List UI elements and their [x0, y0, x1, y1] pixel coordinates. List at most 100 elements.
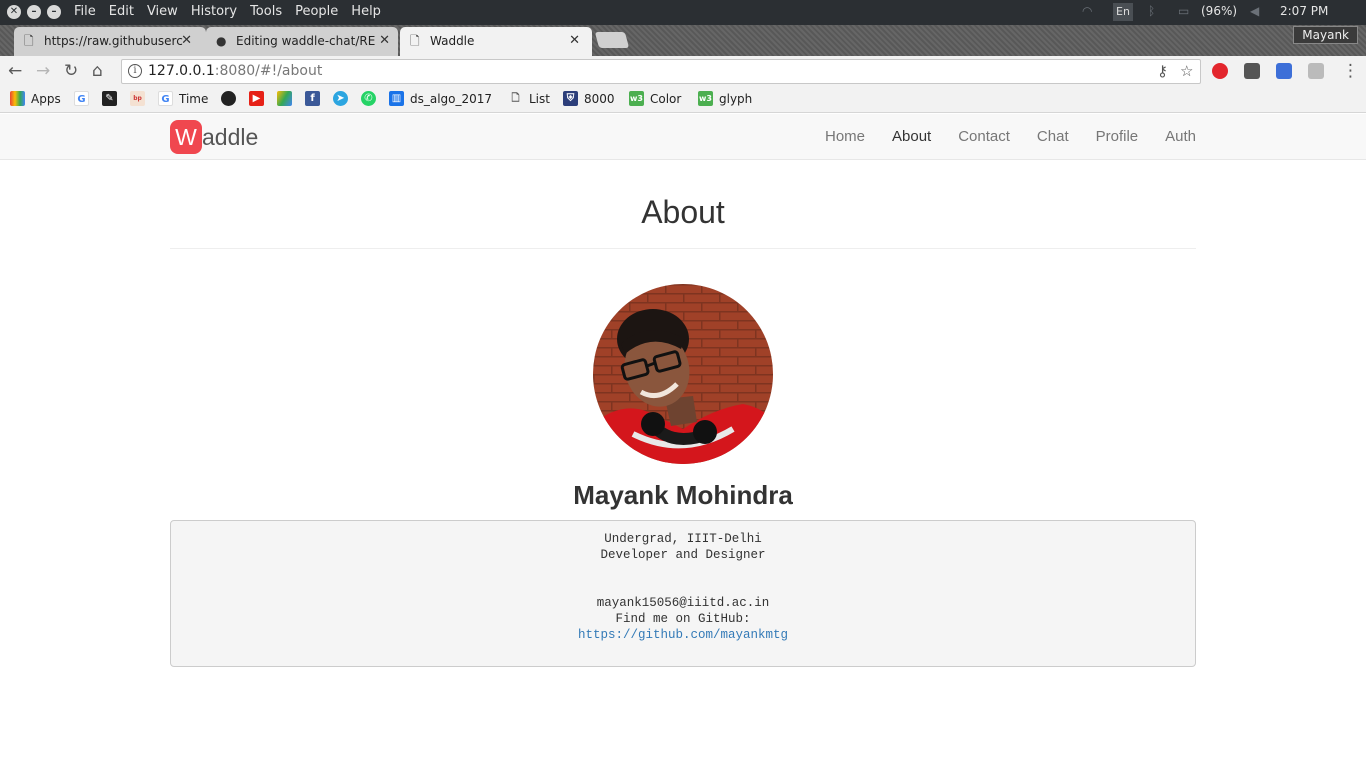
close-tab-icon[interactable]: ✕ [181, 33, 192, 48]
whatsapp-icon[interactable]: ✆ [361, 91, 376, 106]
menu-edit[interactable]: Edit [109, 4, 134, 19]
nav-home[interactable]: Home [825, 128, 865, 145]
menu-help[interactable]: Help [351, 4, 381, 19]
url-host: 127.0.0.1 [148, 63, 215, 79]
menu-history[interactable]: History [191, 4, 237, 19]
google-icon[interactable]: G [74, 91, 89, 106]
page-title: About [641, 194, 725, 230]
tab-editing-waddle-chat[interactable]: ● Editing waddle-chat/RE ✕ [206, 27, 398, 56]
info-email: mayank15056@iiitd.ac.in [596, 596, 770, 610]
tab-title: https://raw.githubuserc [44, 34, 183, 48]
bookmark-color[interactable]: w3 Color [629, 91, 681, 106]
close-window-button[interactable]: ✕ [7, 5, 21, 19]
info-github-label: Find me on GitHub: [615, 612, 751, 626]
profile-button[interactable]: Mayank [1293, 26, 1358, 44]
wifi-icon[interactable]: ◠ [1082, 4, 1092, 18]
nav-chat[interactable]: Chat [1037, 128, 1069, 145]
close-tab-icon[interactable]: ✕ [379, 33, 390, 48]
bookmark-label: List [529, 91, 550, 106]
new-tab-button[interactable] [594, 32, 630, 48]
back-icon[interactable]: ← [8, 61, 22, 81]
os-menu-bar: ✕ – – File Edit View History Tools Peopl… [0, 0, 1366, 25]
bookmark-glyph[interactable]: w3 glyph [698, 91, 752, 106]
url-text[interactable]: 127.0.0.1:8080/#!/about [148, 63, 322, 79]
bookmark-time[interactable]: G Time [158, 91, 208, 106]
about-info-box: Undergrad, IIIT-Delhi Developer and Desi… [170, 520, 1196, 667]
url-path: :8080/#!/about [214, 63, 323, 79]
divider [170, 248, 1196, 249]
web-page: W addle Home About Contact Chat Profile … [0, 114, 1366, 768]
avatar [593, 284, 773, 464]
key-icon[interactable]: ⚷ [1157, 62, 1168, 80]
backpack-icon[interactable]: bp [130, 91, 145, 106]
bookmark-label: ds_algo_2017 [410, 91, 493, 106]
bookmark-list[interactable]: 🗋 List [508, 91, 550, 106]
reload-icon[interactable]: ↻ [64, 61, 78, 81]
battery-percentage: (96%) [1201, 4, 1238, 18]
site-navbar: W addle Home About Contact Chat Profile … [0, 114, 1366, 160]
facebook-icon[interactable]: f [305, 91, 320, 106]
menu-view[interactable]: View [147, 4, 178, 19]
brand-logo-text: addle [202, 123, 259, 150]
bookmark-apps[interactable]: Apps [10, 91, 61, 106]
bluetooth-icon[interactable]: ᛒ [1148, 4, 1155, 18]
bookmark-8000[interactable]: ⛨ 8000 [563, 91, 615, 106]
google-drive-icon[interactable] [277, 91, 292, 106]
trello-icon: ▥ [389, 91, 404, 106]
person-name: Mayank Mohindra [573, 480, 793, 510]
github-icon: ● [216, 34, 227, 48]
menu-file[interactable]: File [74, 4, 96, 19]
nav-profile[interactable]: Profile [1096, 128, 1139, 145]
maximize-window-button[interactable]: – [47, 5, 61, 19]
brand-logo-mark: W [170, 120, 202, 154]
info-affiliation: Undergrad, IIIT-Delhi [604, 532, 762, 546]
pocket-extension-icon[interactable] [1244, 63, 1260, 79]
menu-tools[interactable]: Tools [250, 4, 282, 19]
address-bar[interactable]: i 127.0.0.1:8080/#!/about ⚷ ☆ [121, 59, 1201, 84]
brand-logo[interactable]: W addle [170, 120, 258, 154]
clock[interactable]: 2:07 PM [1280, 4, 1328, 18]
tab-title: Waddle [430, 34, 475, 48]
info-role: Developer and Designer [600, 548, 766, 562]
nav-about[interactable]: About [892, 128, 931, 145]
bookmark-ds-algo-2017[interactable]: ▥ ds_algo_2017 [389, 91, 492, 106]
battery-icon[interactable]: ▭ [1178, 4, 1189, 18]
youtube-icon[interactable]: ▶ [249, 91, 264, 106]
nav-auth[interactable]: Auth [1165, 128, 1196, 145]
bookmark-icon[interactable]: ✎ [102, 91, 117, 106]
site-nav-links: Home About Contact Chat Profile Auth [798, 128, 1196, 145]
tab-strip: 🗋 https://raw.githubuserc ✕ ● Editing wa… [0, 25, 1366, 56]
tab-waddle[interactable]: 🗋 Waddle ✕ [400, 27, 592, 56]
shield-icon: ⛨ [563, 91, 578, 106]
minimize-window-button[interactable]: – [27, 5, 41, 19]
menu-kebab-icon[interactable]: ⋮ [1342, 61, 1359, 81]
menu-people[interactable]: People [295, 4, 338, 19]
bookmark-label: Color [650, 91, 682, 106]
w3schools-icon: w3 [629, 91, 644, 106]
page-icon: 🗋 [511, 93, 520, 104]
close-tab-icon[interactable]: ✕ [569, 33, 580, 48]
forward-icon[interactable]: → [36, 61, 50, 81]
bookmark-star-icon[interactable]: ☆ [1180, 62, 1193, 80]
opera-extension-icon[interactable] [1212, 63, 1228, 79]
keyboard-layout-indicator[interactable]: En [1113, 3, 1133, 21]
tab-raw-githubusercontent[interactable]: 🗋 https://raw.githubuserc ✕ [14, 27, 206, 56]
telegram-icon[interactable]: ➤ [333, 91, 348, 106]
github-profile-link[interactable]: https://github.com/mayankmtg [578, 628, 788, 642]
extension-icon[interactable] [1276, 63, 1292, 79]
site-info-icon[interactable]: i [128, 64, 142, 78]
volume-icon[interactable]: ◀ [1250, 4, 1259, 18]
bookmark-label: Time [179, 91, 209, 106]
apps-grid-icon [10, 91, 25, 106]
extension-icon[interactable] [1308, 63, 1324, 79]
github-icon[interactable] [221, 91, 236, 106]
nav-contact[interactable]: Contact [958, 128, 1010, 145]
avatar-photo [593, 284, 773, 464]
home-icon[interactable]: ⌂ [92, 61, 103, 81]
bookmark-label: 8000 [584, 91, 615, 106]
app-menu: File Edit View History Tools People Help [74, 4, 394, 19]
google-icon: G [158, 91, 173, 106]
browser-toolbar: ← → ↻ ⌂ i 127.0.0.1:8080/#!/about ⚷ ☆ ⋮ [0, 56, 1366, 86]
bookmark-label: glyph [719, 91, 753, 106]
page-icon: 🗋 [410, 34, 420, 48]
